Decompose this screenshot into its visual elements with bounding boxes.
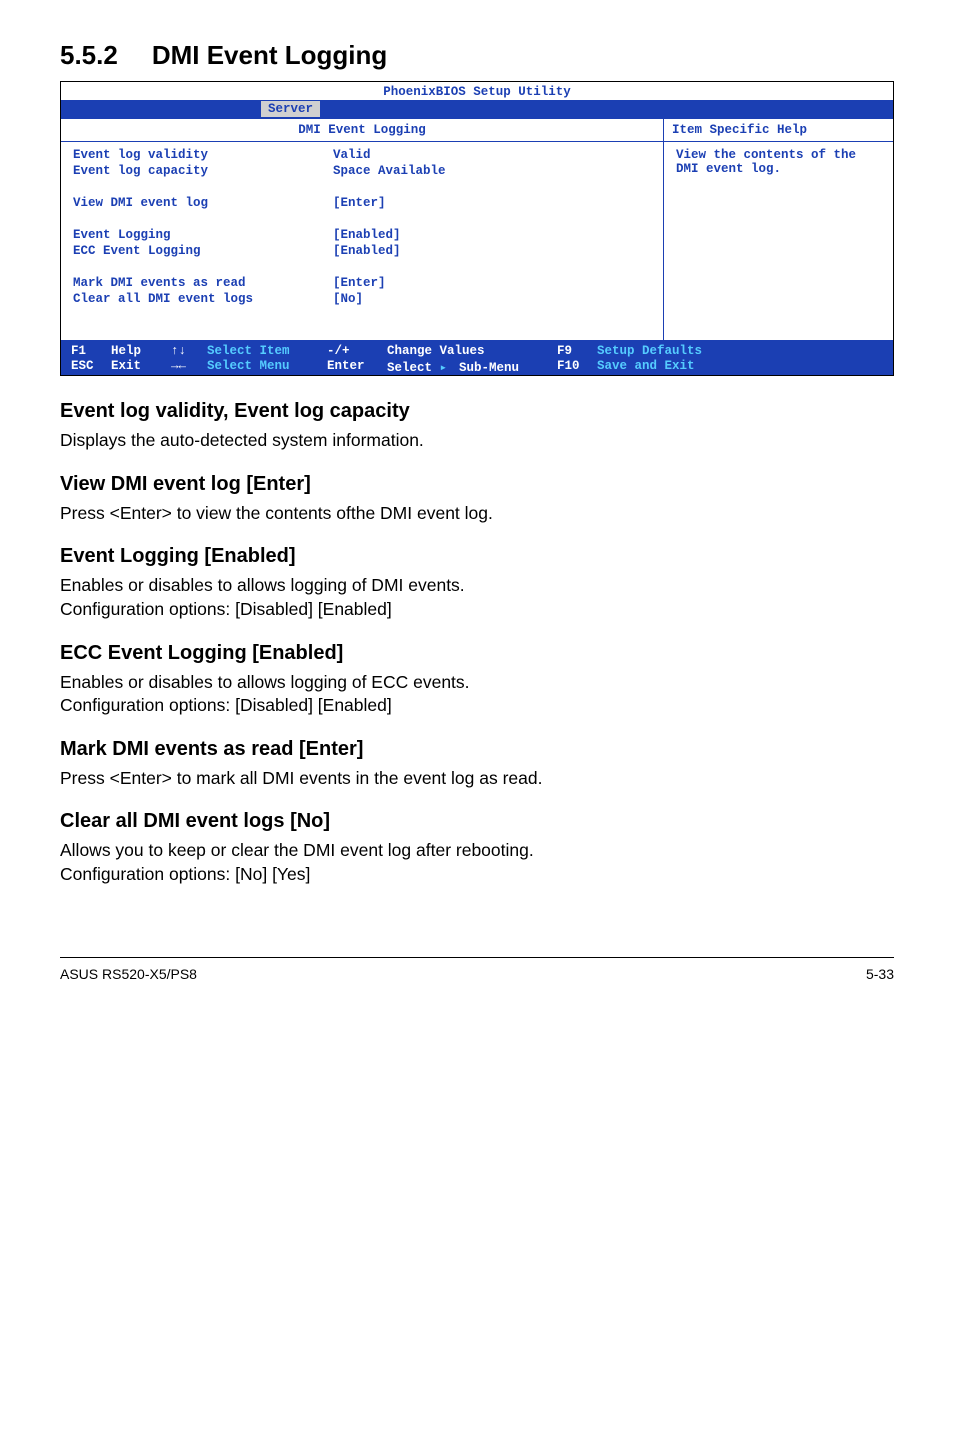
- bios-label-help: Help: [111, 344, 171, 359]
- subsection-body: Enables or disables to allows logging of…: [60, 671, 894, 718]
- bios-setting-row: Mark DMI events as read[Enter]: [73, 276, 651, 292]
- bios-setting-label: Event Logging: [73, 228, 333, 244]
- subsection-heading: Event log validity, Event log capacity: [60, 400, 894, 423]
- subsection-heading: Clear all DMI event logs [No]: [60, 810, 894, 833]
- bios-left-header: DMI Event Logging: [61, 119, 663, 142]
- bios-tab-server: Server: [261, 101, 320, 117]
- bios-setting-row: ECC Event Logging[Enabled]: [73, 244, 651, 260]
- bios-label-change-values: Change Values: [387, 344, 557, 359]
- bios-setting-value: [No]: [333, 292, 363, 308]
- page-footer: ASUS RS520-X5/PS8 5-33: [60, 957, 894, 982]
- bios-setting-value: [Enter]: [333, 276, 386, 292]
- bios-row-spacer: [73, 180, 651, 196]
- page-footer-left: ASUS RS520-X5/PS8: [60, 966, 197, 982]
- bios-setting-label: Clear all DMI event logs: [73, 292, 333, 308]
- bios-setting-value: Space Available: [333, 164, 446, 180]
- bios-settings-list: Event log validityValidEvent log capacit…: [61, 142, 663, 340]
- subsection-body: Press <Enter> to mark all DMI events in …: [60, 767, 894, 791]
- bios-label-setup-defaults: Setup Defaults: [597, 344, 717, 359]
- subsection-heading: Event Logging [Enabled]: [60, 545, 894, 568]
- page-footer-right: 5-33: [866, 966, 894, 982]
- bios-setting-label: Event log capacity: [73, 164, 333, 180]
- subsection-body: Displays the auto-detected system inform…: [60, 429, 894, 453]
- bios-label-select-submenu: Select ▸ Sub-Menu: [387, 359, 557, 374]
- bios-setting-value: [Enabled]: [333, 244, 401, 260]
- bios-setting-row: Event Logging[Enabled]: [73, 228, 651, 244]
- section-heading: 5.5.2 DMI Event Logging: [60, 40, 894, 71]
- bios-setting-row: Event log validityValid: [73, 148, 651, 164]
- subsection-heading: Mark DMI events as read [Enter]: [60, 738, 894, 761]
- bios-left-pane: DMI Event Logging Event log validityVali…: [61, 119, 663, 340]
- bios-key-f9: F9: [557, 344, 597, 359]
- bios-key-f1: F1: [71, 344, 111, 359]
- bios-setting-label: Event log validity: [73, 148, 333, 164]
- bios-label-exit: Exit: [111, 359, 171, 374]
- section-title: DMI Event Logging: [152, 40, 387, 70]
- bios-footer: F1 Help ↑↓ Select Item -/+ Change Values…: [61, 341, 893, 375]
- bios-right-pane: Item Specific Help View the contents of …: [663, 119, 893, 340]
- bios-submenu-prefix: Select: [387, 361, 440, 375]
- bios-label-select-item: Select Item: [207, 344, 327, 359]
- bios-label-save-exit: Save and Exit: [597, 359, 717, 374]
- bios-title: PhoenixBIOS Setup Utility: [61, 82, 893, 100]
- bios-submenu-triangle-icon: ▸: [440, 359, 452, 375]
- subsection-body: Press <Enter> to view the contents ofthe…: [60, 502, 894, 526]
- bios-row-spacer: [73, 260, 651, 276]
- bios-arrows-leftright-icon: →←: [171, 359, 207, 374]
- bios-key-minusplus: -/+: [327, 344, 387, 359]
- bios-label-select-menu: Select Menu: [207, 359, 327, 374]
- bios-help-text: View the contents of the DMI event log.: [664, 142, 893, 182]
- bios-setting-row: Event log capacitySpace Available: [73, 164, 651, 180]
- bios-key-esc: ESC: [71, 359, 111, 374]
- bios-setting-row: View DMI event log[Enter]: [73, 196, 651, 212]
- bios-setting-value: [Enabled]: [333, 228, 401, 244]
- bios-right-header: Item Specific Help: [664, 119, 893, 142]
- subsection-heading: View DMI event log [Enter]: [60, 473, 894, 496]
- bios-screenshot: PhoenixBIOS Setup Utility Server DMI Eve…: [60, 81, 894, 376]
- bios-body: DMI Event Logging Event log validityVali…: [61, 118, 893, 341]
- bios-setting-label: View DMI event log: [73, 196, 333, 212]
- subsection-body: Enables or disables to allows logging of…: [60, 574, 894, 621]
- bios-submenu-suffix: Sub-Menu: [452, 361, 520, 375]
- subsection-heading: ECC Event Logging [Enabled]: [60, 642, 894, 665]
- bios-setting-label: Mark DMI events as read: [73, 276, 333, 292]
- bios-setting-label: ECC Event Logging: [73, 244, 333, 260]
- bios-setting-value: [Enter]: [333, 196, 386, 212]
- section-number: 5.5.2: [60, 40, 118, 71]
- bios-key-enter: Enter: [327, 359, 387, 374]
- bios-setting-value: Valid: [333, 148, 371, 164]
- bios-setting-row: Clear all DMI event logs[No]: [73, 292, 651, 308]
- bios-tabbar: Server: [61, 100, 893, 118]
- bios-arrows-updown-icon: ↑↓: [171, 344, 207, 359]
- bios-key-f10: F10: [557, 359, 597, 374]
- subsection-body: Allows you to keep or clear the DMI even…: [60, 839, 894, 886]
- bios-row-spacer: [73, 212, 651, 228]
